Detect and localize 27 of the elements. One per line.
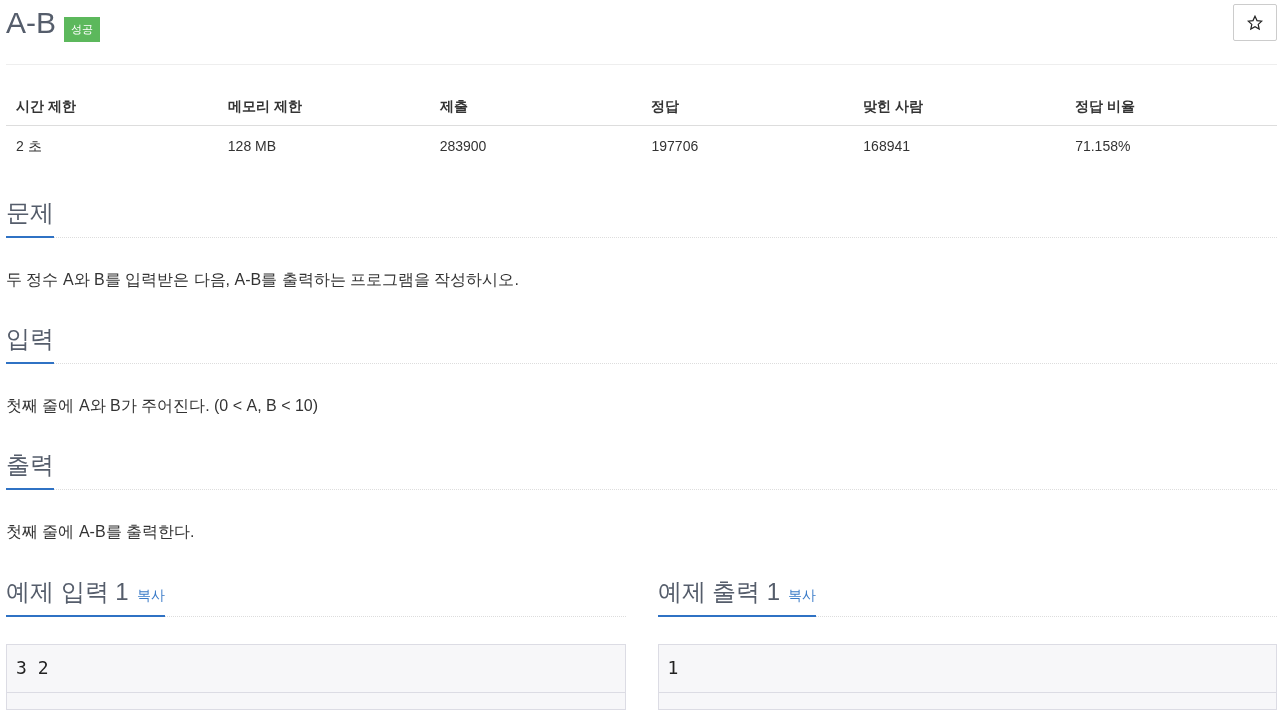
table-cell: 197706 — [641, 125, 854, 166]
sample-heading: 예제 출력 1 — [657, 577, 781, 607]
column-header: 시간 제한 — [6, 86, 218, 126]
column-header: 맞힌 사람 — [853, 86, 1066, 126]
section-heading: 문제 — [6, 198, 54, 228]
section-heading: 출력 — [6, 450, 54, 480]
section-text: 두 정수 A와 B를 입력받은 다음, A-B를 출력하는 프로그램을 작성하시오. — [6, 270, 520, 290]
column-header: 제출 — [429, 86, 642, 126]
table-cell: 168941 — [853, 125, 1066, 166]
sample-heading: 예제 입력 1 — [6, 577, 129, 607]
column-header: 정답 비율 — [1065, 86, 1277, 126]
code-text: 3 2 — [7, 645, 625, 693]
favorite-button[interactable] — [1233, 4, 1277, 41]
copy-link[interactable]: 복사 — [136, 587, 165, 605]
table-cell: 2 초 — [6, 125, 218, 166]
code-text: 1 — [658, 645, 1276, 693]
section-heading: 입력 — [6, 324, 54, 354]
column-header: 메모리 제한 — [217, 86, 430, 126]
section-text: 첫째 줄에 A와 B가 주어진다. (0 < A, B < 10) — [6, 396, 320, 416]
problem-title: A-B — [6, 5, 56, 41]
column-header: 정답 — [641, 86, 854, 126]
table-cell: 283900 — [429, 125, 642, 166]
table-cell: 71.158% — [1065, 125, 1277, 166]
copy-link[interactable]: 복사 — [788, 587, 817, 605]
table-cell: 128 MB — [217, 125, 430, 166]
section-text: 첫째 줄에 A-B를 출력한다. — [6, 522, 196, 542]
status-badge: 성공 — [64, 17, 100, 42]
